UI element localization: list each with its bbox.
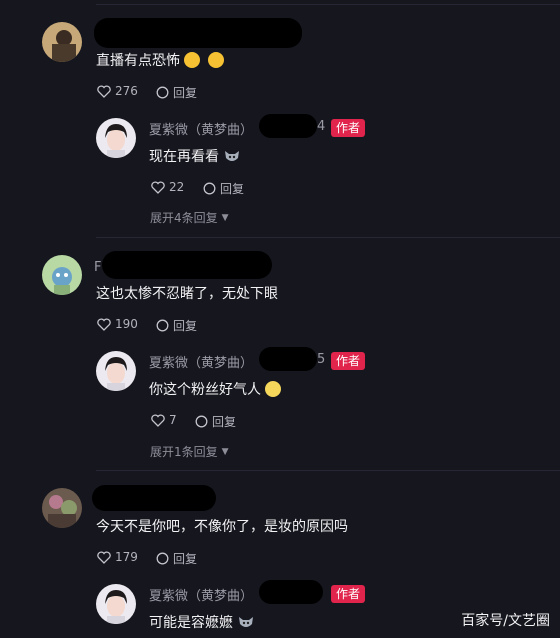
author-avatar[interactable] xyxy=(96,351,136,391)
author-badge: 作者 xyxy=(331,352,366,370)
expand-replies-button[interactable]: 展开4条回复 ▼ xyxy=(150,209,229,226)
heart-icon xyxy=(97,550,111,564)
avatar[interactable] xyxy=(42,22,82,62)
comment-bubble-icon xyxy=(203,182,216,195)
watermark: 百家号/文艺圈 xyxy=(461,613,550,629)
heart-icon xyxy=(97,84,111,98)
comment-bubble-icon xyxy=(156,552,169,565)
avatar[interactable] xyxy=(42,488,82,528)
heart-icon xyxy=(151,180,165,194)
redacted-username xyxy=(259,347,317,371)
reply-button[interactable]: 回复 xyxy=(195,413,236,430)
like-button[interactable]: 276 xyxy=(97,84,138,98)
comment-text: 直播有点恐怖 xyxy=(96,50,224,70)
like-button[interactable]: 7 xyxy=(151,413,177,427)
like-count: 190 xyxy=(115,317,138,331)
comment-text: 这也太惨不忍睹了，无处下眼 xyxy=(96,286,278,302)
author-avatar[interactable] xyxy=(96,118,136,158)
like-button[interactable]: 179 xyxy=(97,550,138,564)
heart-icon xyxy=(151,413,165,427)
like-count: 7 xyxy=(169,413,177,427)
reply-author-name[interactable]: 夏紫微（黄梦曲） xyxy=(149,119,253,138)
comment-bubble-icon xyxy=(156,86,169,99)
avatar[interactable] xyxy=(42,255,82,295)
like-count: 179 xyxy=(115,550,138,564)
flushed-face-emoji xyxy=(265,381,281,397)
wolf-face-emoji xyxy=(225,151,239,161)
reply-button[interactable]: 回复 xyxy=(156,317,197,334)
chevron-down-icon: ▼ xyxy=(221,446,229,457)
redacted-username xyxy=(102,251,272,279)
redacted-username xyxy=(259,114,317,138)
comment-bubble-icon xyxy=(195,415,208,428)
thread-divider xyxy=(96,237,560,238)
heart-icon xyxy=(97,317,111,331)
like-button[interactable]: 190 xyxy=(97,317,138,331)
reply-text: 可能是容嬷嬷 xyxy=(149,612,255,632)
author-name-tail: 5 xyxy=(317,352,326,367)
reply-button[interactable]: 回复 xyxy=(156,84,197,101)
author-avatar[interactable] xyxy=(96,584,136,624)
redacted-username xyxy=(259,580,323,604)
comment-bubble-icon xyxy=(156,319,169,332)
reply-button[interactable]: 回复 xyxy=(156,550,197,567)
laugh-cry-emoji xyxy=(184,52,200,68)
wolf-face-emoji xyxy=(239,617,253,627)
reply-text: 你这个粉丝好气人 xyxy=(149,379,281,399)
reply-author-name[interactable]: 夏紫微（黄梦曲） xyxy=(149,352,253,371)
like-button[interactable]: 22 xyxy=(151,180,184,194)
chevron-down-icon: ▼ xyxy=(221,212,229,223)
redacted-username xyxy=(92,485,216,511)
like-count: 276 xyxy=(115,84,138,98)
comment-text: 今天不是你吧，不像你了，是妆的原因吗 xyxy=(96,519,348,535)
reply-author-name[interactable]: 夏紫微（黄梦曲） xyxy=(149,585,253,604)
author-badge: 作者 xyxy=(331,585,366,603)
author-badge: 作者 xyxy=(331,119,366,137)
author-name-head: F xyxy=(94,260,102,275)
author-name-tail: 4 xyxy=(317,119,326,134)
like-count: 22 xyxy=(169,180,185,194)
expand-replies-button[interactable]: 展开1条回复 ▼ xyxy=(150,443,229,460)
thread-divider xyxy=(96,470,560,471)
laugh-cry-emoji xyxy=(208,52,224,68)
redacted-username xyxy=(94,18,302,48)
reply-button[interactable]: 回复 xyxy=(203,180,244,197)
top-divider xyxy=(96,4,560,5)
reply-text: 现在再看看 xyxy=(149,146,241,166)
